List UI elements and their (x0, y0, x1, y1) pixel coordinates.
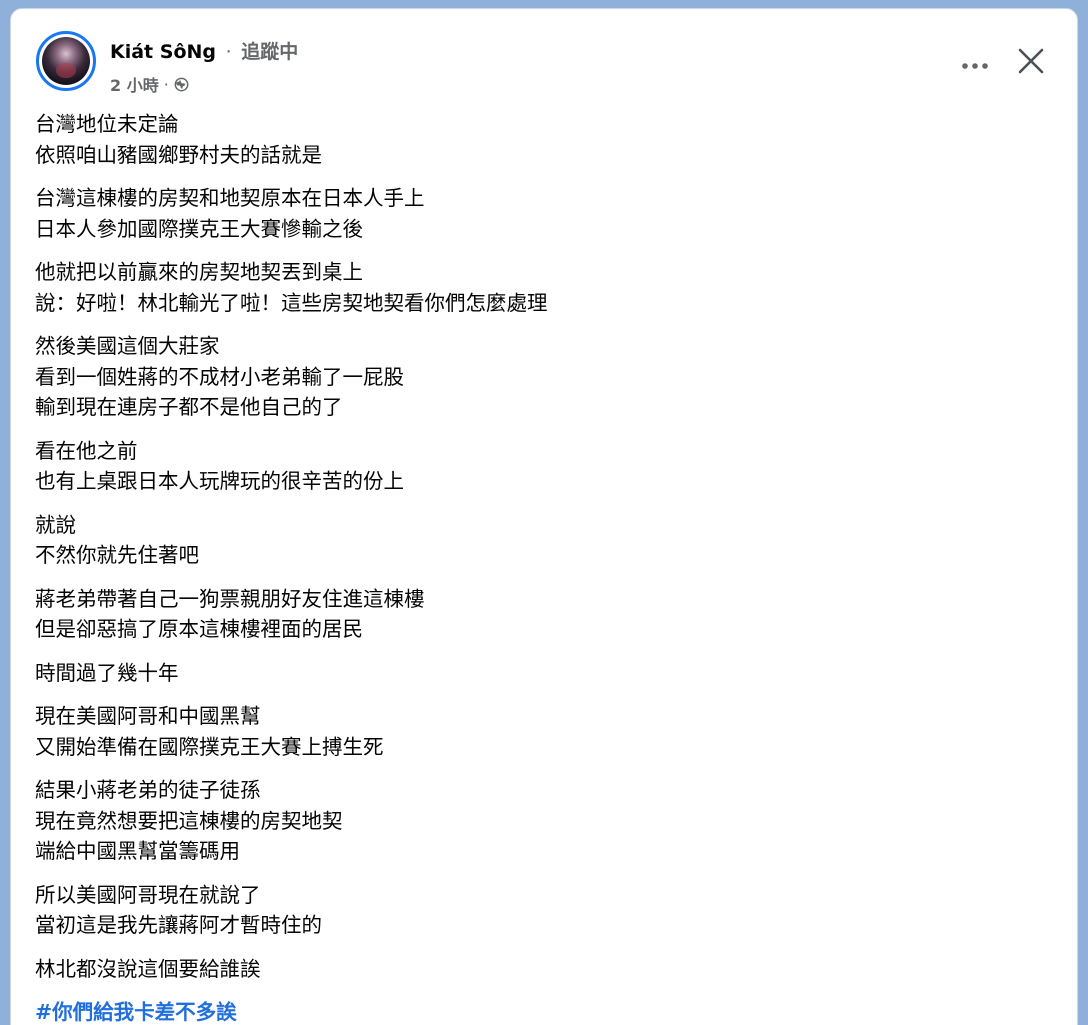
post-text-line: 但是卻惡搞了原本這棟樓裡面的居民 (35, 617, 363, 641)
post-text-line: 他就把以前贏來的房契地契丟到桌上 (35, 260, 363, 284)
close-icon (1018, 48, 1044, 74)
post-body: 台灣地位未定論依照咱山豬國鄉野村夫的話就是台灣這棟樓的房契和地契原本在日本人手上… (35, 109, 1055, 1025)
author-name[interactable]: Kiát SôNg (110, 41, 216, 63)
more-horizontal-icon (962, 63, 988, 69)
post-paragraph: 結果小蔣老弟的徒子徒孫現在竟然想要把這棟樓的房契地契 端給中國黑幫當籌碼用 (35, 775, 1055, 867)
post-paragraphs: 台灣地位未定論依照咱山豬國鄉野村夫的話就是台灣這棟樓的房契和地契原本在日本人手上… (35, 109, 1055, 984)
page-backdrop: Kiát SôNg · 追蹤中 2 小時 · 台灣地位未定論 依照咱山豬國鄉野村… (0, 0, 1088, 1025)
post-text-line: 林北都沒說這個要給誰誒 (35, 956, 261, 981)
post-text-line: 蔣老弟帶著自己一狗票親朋好友住進這棟樓 (35, 586, 425, 611)
more-options-button[interactable] (953, 44, 997, 88)
avatar-image (42, 37, 90, 85)
post-text-line: 又開始準備在國際撲克王大賽上搏生死 (35, 734, 384, 759)
post-card: Kiát SôNg · 追蹤中 2 小時 · 台灣地位未定論 依照咱山豬國鄉野村… (10, 8, 1078, 1025)
post-paragraph: 所以美國阿哥現在就說了當初這是我先讓蔣阿才暫時住的 (35, 880, 1055, 941)
globe-icon (174, 77, 189, 92)
post-paragraph: 他就把以前贏來的房契地契丟到桌上說：好啦！林北輸光了啦！這些房契地契看你們怎麼處… (35, 257, 1055, 318)
post-paragraph: 時間過了幾十年 (35, 658, 1055, 689)
post-paragraph: 台灣地位未定論依照咱山豬國鄉野村夫的話就是 (35, 109, 1055, 170)
post-text-line: 日本人參加國際撲克王大賽慘輸之後 (35, 216, 363, 241)
post-text-line: 然後美國這個大莊家 (35, 334, 220, 358)
post-paragraph: 林北都沒說這個要給誰誒 (35, 954, 1055, 985)
post-text-line: 端給中國黑幫當籌碼用 (35, 839, 240, 863)
post-text-line: 現在美國阿哥和中國黑幫 (35, 704, 261, 728)
post-header: Kiát SôNg · 追蹤中 2 小時 · (11, 9, 1077, 99)
post-paragraph: 現在美國阿哥和中國黑幫又開始準備在國際撲克王大賽上搏生死 (35, 701, 1055, 762)
post-text-line: 台灣這棟樓的房契和地契原本在日本人手上 (35, 186, 425, 210)
post-text-line: 看在他之前 (35, 438, 138, 463)
close-button[interactable] (1009, 39, 1053, 83)
post-text-line: 看到一個姓蔣的不成材小老弟輸了一屁股 (35, 364, 404, 389)
post-text-line: 說：好啦！林北輸光了啦！這些房契地契看你們怎麼處理 (35, 290, 548, 315)
post-text-line: 結果小蔣老弟的徒子徒孫 (35, 778, 261, 802)
follow-status[interactable]: 追蹤中 (241, 41, 298, 63)
author-line: Kiát SôNg · 追蹤中 (110, 37, 298, 64)
post-timestamp[interactable]: 2 小時 (110, 72, 159, 96)
post-text-line: 就說 (35, 512, 76, 537)
post-text-line: 所以美國阿哥現在就說了 (35, 882, 261, 907)
post-paragraph: 蔣老弟帶著自己一狗票親朋好友住進這棟樓 但是卻惡搞了原本這棟樓裡面的居民 (35, 584, 1055, 645)
post-text-line: 時間過了幾十年 (35, 660, 179, 685)
post-text-line: 輸到現在連房子都不是他自己的了 (35, 395, 343, 419)
hashtag-link[interactable]: #你們給我卡差不多誒 (35, 997, 237, 1025)
post-paragraph: 就說不然你就先住著吧 (35, 510, 1055, 571)
meta-separator: · (163, 74, 169, 94)
post-text-line: 依照咱山豬國鄉野村夫的話就是 (35, 142, 322, 167)
name-separator: · (225, 41, 232, 63)
post-text-line: 現在竟然想要把這棟樓的房契地契 (35, 808, 343, 833)
post-paragraph: 然後美國這個大莊家看到一個姓蔣的不成材小老弟輸了一屁股 輸到現在連房子都不是他自己… (35, 331, 1055, 423)
post-text-line: 台灣地位未定論 (35, 112, 179, 136)
post-paragraph: 看在他之前也有上桌跟日本人玩牌玩的很辛苦的份上 (35, 436, 1055, 497)
post-text-line: 當初這是我先讓蔣阿才暫時住的 (35, 913, 322, 937)
post-text-line: 也有上桌跟日本人玩牌玩的很辛苦的份上 (35, 469, 404, 493)
post-meta: 2 小時 · (110, 72, 189, 96)
post-text-line: 不然你就先住著吧 (35, 543, 199, 567)
author-avatar[interactable] (36, 31, 96, 91)
post-paragraph: 台灣這棟樓的房契和地契原本在日本人手上 日本人參加國際撲克王大賽慘輸之後 (35, 183, 1055, 244)
